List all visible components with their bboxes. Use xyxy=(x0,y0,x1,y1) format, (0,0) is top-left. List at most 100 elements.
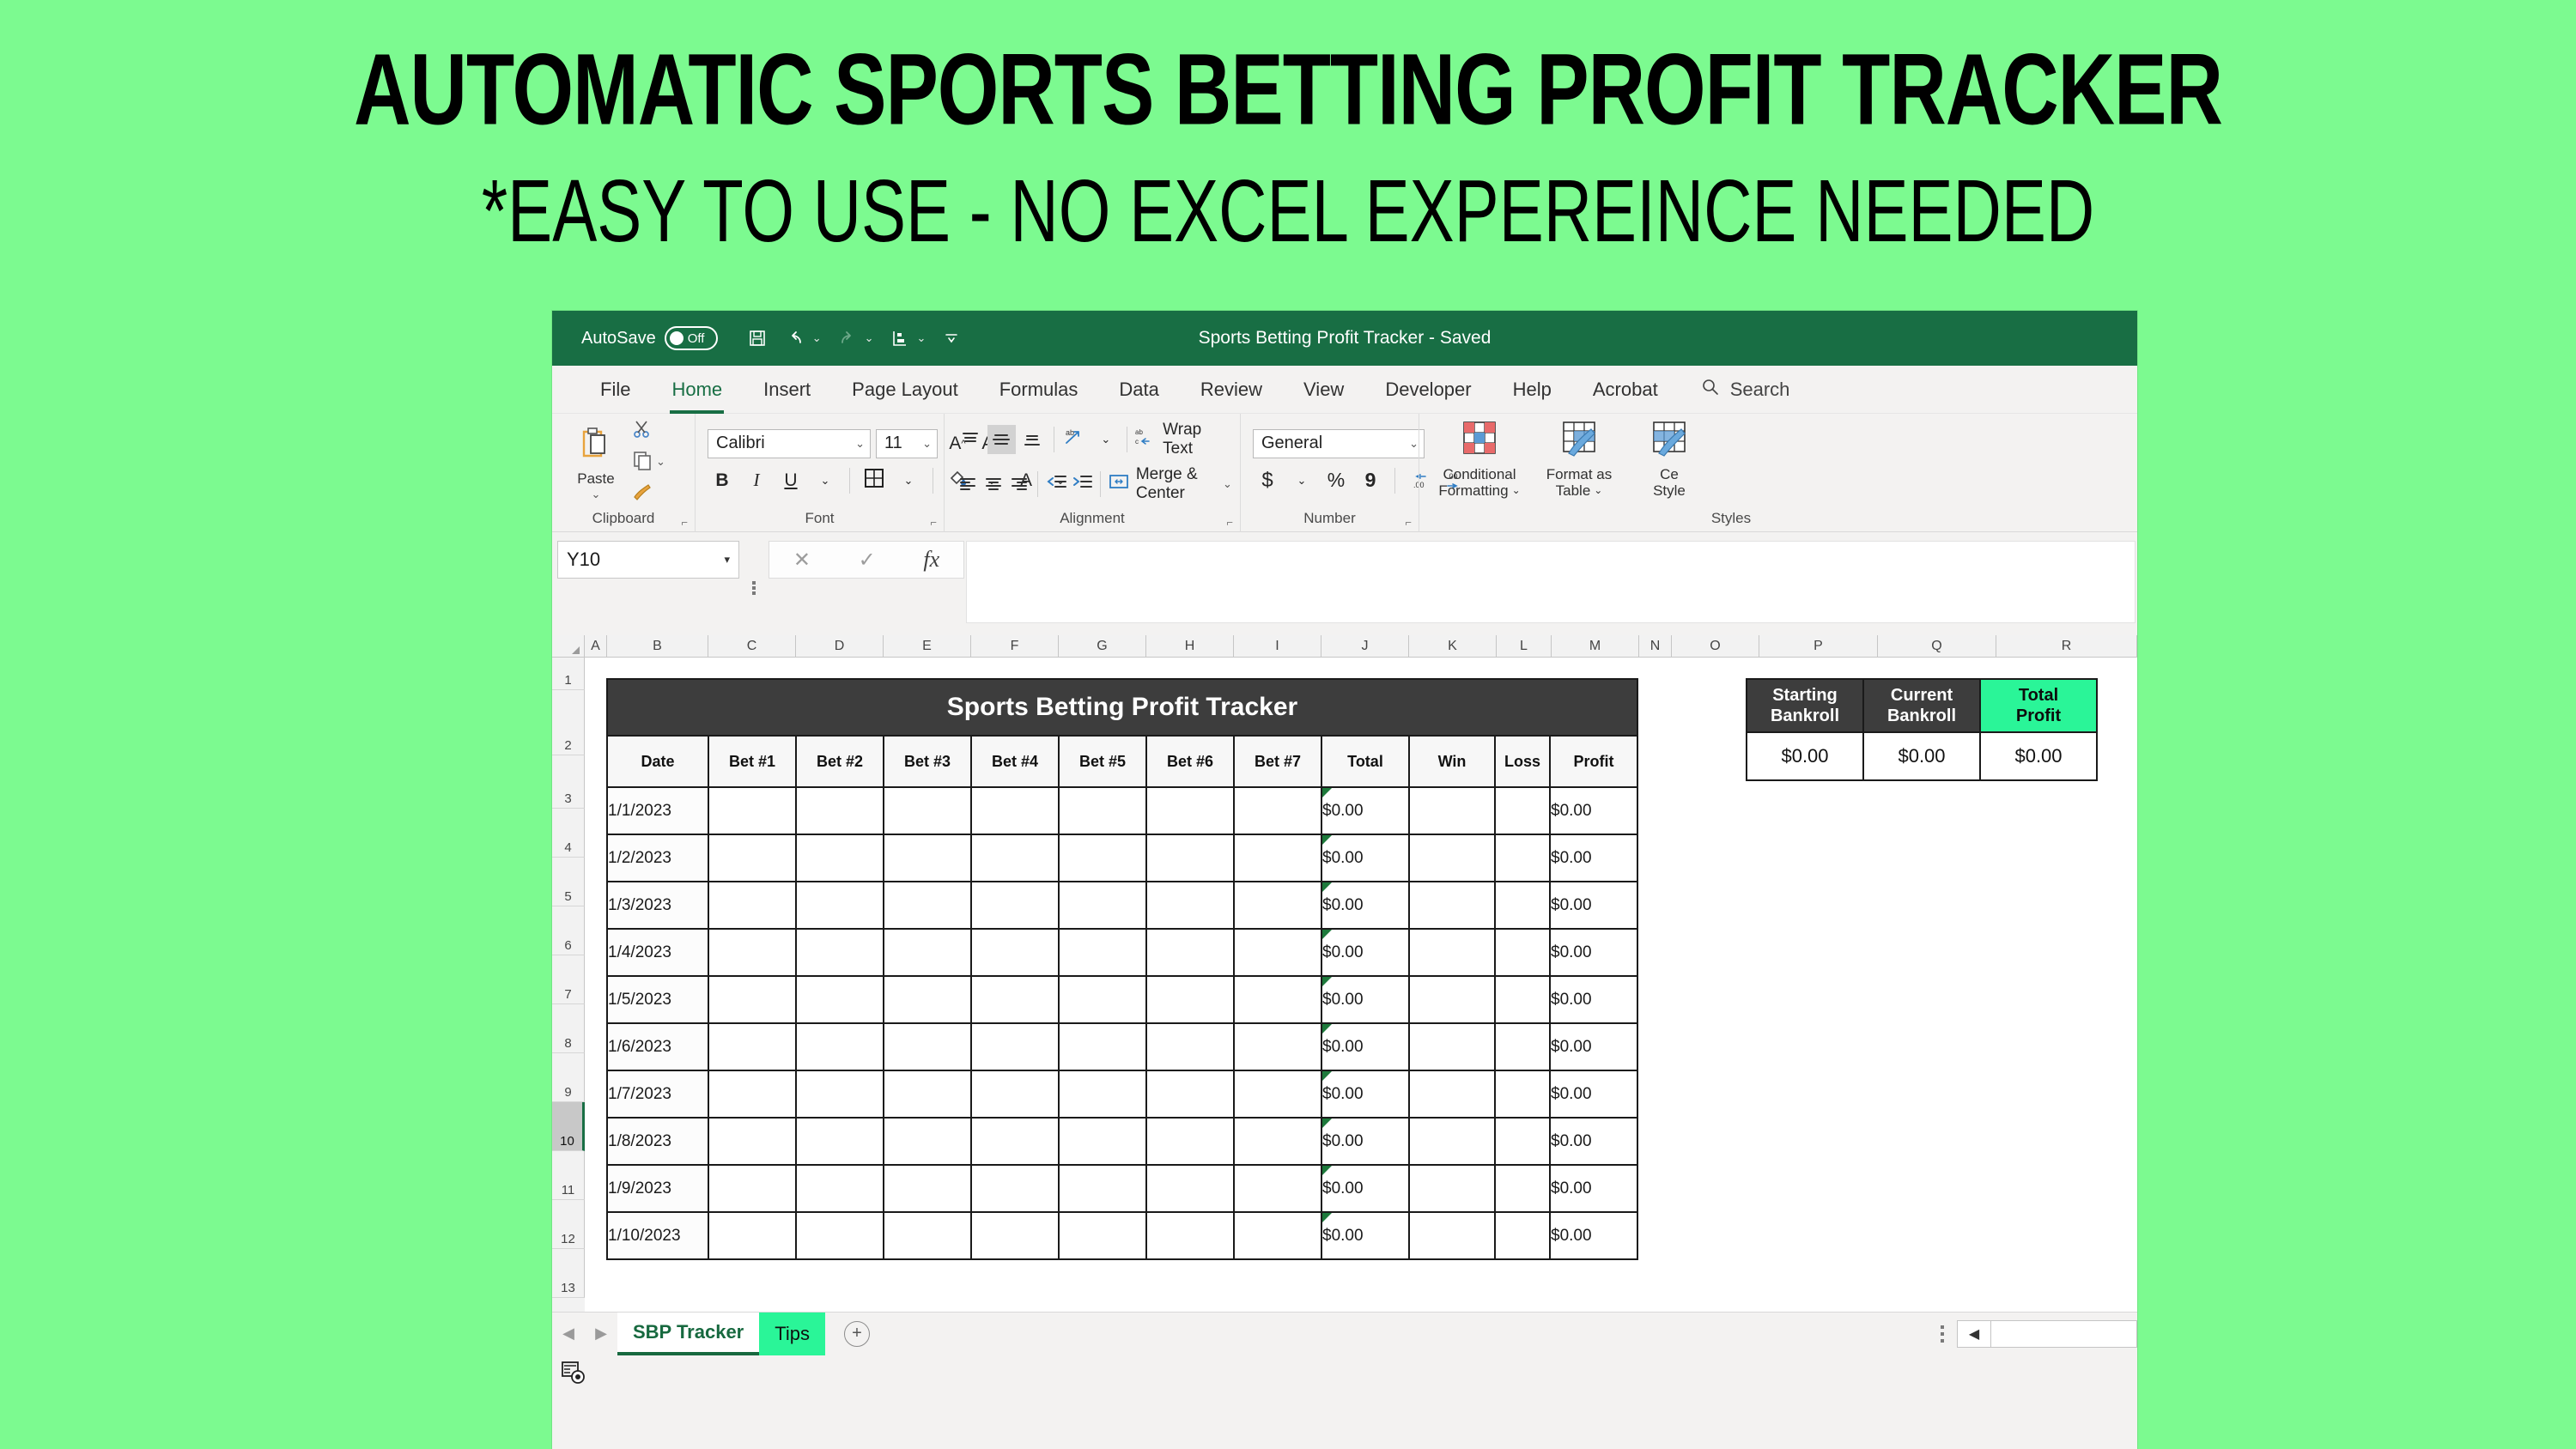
cell-total[interactable]: $0.00 xyxy=(1321,928,1410,977)
borders-button[interactable] xyxy=(860,466,889,495)
cell-loss[interactable] xyxy=(1494,834,1551,882)
autosave-switch[interactable]: Off xyxy=(664,326,718,350)
row-header-1[interactable]: 1 xyxy=(552,658,585,690)
cell-bet-7[interactable] xyxy=(1233,1211,1322,1260)
cell-bet-2[interactable] xyxy=(795,928,884,977)
column-header-N[interactable]: N xyxy=(1639,635,1672,658)
copy-button[interactable]: ⌄ xyxy=(631,447,665,476)
cell-bet-3[interactable] xyxy=(883,1022,972,1071)
cell-total[interactable]: $0.00 xyxy=(1321,786,1410,835)
cell-bet-2[interactable] xyxy=(795,1211,884,1260)
cell-bet-4[interactable] xyxy=(970,1070,1060,1119)
cut-button[interactable] xyxy=(631,416,665,446)
column-header-G[interactable]: G xyxy=(1059,635,1146,658)
column-header-D[interactable]: D xyxy=(796,635,884,658)
paste-chevron-down-icon[interactable]: ⌄ xyxy=(592,488,601,501)
copy-chevron-down-icon[interactable]: ⌄ xyxy=(656,455,665,469)
cell-bet-3[interactable] xyxy=(883,1070,972,1119)
font-size-select[interactable]: 11 ⌄ xyxy=(876,428,938,458)
cell-date[interactable]: 1/1/2023 xyxy=(606,786,709,835)
cell-win[interactable] xyxy=(1408,1164,1496,1213)
cell-bet-1[interactable] xyxy=(708,1022,797,1071)
cell-bet-1[interactable] xyxy=(708,1070,797,1119)
cell-date[interactable]: 1/6/2023 xyxy=(606,1022,709,1071)
cell-loss[interactable] xyxy=(1494,1070,1551,1119)
cell-loss[interactable] xyxy=(1494,786,1551,835)
format-as-table-button[interactable]: Format as Table ⌄ xyxy=(1531,419,1627,500)
cell-bet-6[interactable] xyxy=(1145,1070,1235,1119)
cell-bet-6[interactable] xyxy=(1145,1022,1235,1071)
row-header-13[interactable]: 13 xyxy=(552,1249,585,1298)
tab-developer[interactable]: Developer xyxy=(1364,366,1492,414)
accounting-chevron-down-icon[interactable]: ⌄ xyxy=(1287,466,1316,495)
decrease-indent-button[interactable] xyxy=(1045,470,1068,499)
align-left-button[interactable] xyxy=(957,470,980,499)
underline-chevron-down-icon[interactable]: ⌄ xyxy=(811,466,840,495)
cell-bet-7[interactable] xyxy=(1233,1164,1322,1213)
cell-loss[interactable] xyxy=(1494,928,1551,977)
font-dialog-launcher[interactable]: ⌐ xyxy=(930,516,937,529)
cell-bet-5[interactable] xyxy=(1058,1211,1147,1260)
table-row[interactable]: 1/6/2023 $0.00 $0.00 xyxy=(606,1022,1638,1071)
column-header-F[interactable]: F xyxy=(971,635,1059,658)
column-header-K[interactable]: K xyxy=(1409,635,1497,658)
column-header-A[interactable]: A xyxy=(585,635,607,658)
number-format-select[interactable]: General ⌄ xyxy=(1253,428,1425,458)
column-header-O[interactable]: O xyxy=(1672,635,1759,658)
customize-icon[interactable] xyxy=(883,321,917,355)
cell-bet-6[interactable] xyxy=(1145,975,1235,1024)
cell-profit[interactable]: $0.00 xyxy=(1549,1070,1638,1119)
cell-bet-3[interactable] xyxy=(883,1211,972,1260)
wrap-text-button[interactable]: ab c Wrap Text xyxy=(1134,421,1232,458)
row-header-3[interactable]: 3 xyxy=(552,755,585,809)
row-header-6[interactable]: 6 xyxy=(552,906,585,955)
cell-bet-4[interactable] xyxy=(970,881,1060,930)
cell-win[interactable] xyxy=(1408,1211,1496,1260)
tab-acrobat[interactable]: Acrobat xyxy=(1572,366,1679,414)
column-header-I[interactable]: I xyxy=(1234,635,1321,658)
cell-date[interactable]: 1/9/2023 xyxy=(606,1164,709,1213)
formula-bar-grip[interactable] xyxy=(739,541,769,635)
table-row[interactable]: 1/7/2023 $0.00 $0.00 xyxy=(606,1070,1638,1119)
cell-bet-5[interactable] xyxy=(1058,975,1147,1024)
cell-total[interactable]: $0.00 xyxy=(1321,1117,1410,1166)
horizontal-scrollbar[interactable]: ◀ xyxy=(1928,1319,2137,1348)
cell-total[interactable]: $0.00 xyxy=(1321,881,1410,930)
cell-bet-2[interactable] xyxy=(795,1117,884,1166)
cell-profit[interactable]: $0.00 xyxy=(1549,1211,1638,1260)
cell-date[interactable]: 1/10/2023 xyxy=(606,1211,709,1260)
record-macro-icon[interactable] xyxy=(561,1360,586,1390)
underline-button[interactable]: U xyxy=(776,466,805,495)
align-top-button[interactable] xyxy=(957,425,985,454)
cell-bet-5[interactable] xyxy=(1058,881,1147,930)
cell-bet-3[interactable] xyxy=(883,1117,972,1166)
cell-bet-2[interactable] xyxy=(795,834,884,882)
prev-sheet-icon[interactable]: ◀ xyxy=(552,1325,585,1343)
cell-date[interactable]: 1/3/2023 xyxy=(606,881,709,930)
cell-total[interactable]: $0.00 xyxy=(1321,975,1410,1024)
cell-win[interactable] xyxy=(1408,786,1496,835)
comma-format-button[interactable]: 9 xyxy=(1356,466,1385,495)
cancel-icon[interactable]: ✕ xyxy=(793,548,811,573)
summary-value-starting-bankroll[interactable]: $0.00 xyxy=(1746,731,1864,781)
cell-bet-5[interactable] xyxy=(1058,1117,1147,1166)
cell-bet-5[interactable] xyxy=(1058,1022,1147,1071)
row-header-8[interactable]: 8 xyxy=(552,1004,585,1053)
cell-profit[interactable]: $0.00 xyxy=(1549,928,1638,977)
cell-bet-3[interactable] xyxy=(883,881,972,930)
cell-bet-6[interactable] xyxy=(1145,1164,1235,1213)
name-box-chevron-down-icon[interactable]: ▾ xyxy=(724,553,730,567)
cell-win[interactable] xyxy=(1408,975,1496,1024)
orientation-chevron-down-icon[interactable]: ⌄ xyxy=(1091,425,1120,454)
merge-center-button[interactable]: Merge & Center ⌄ xyxy=(1108,465,1232,503)
scroll-left-icon[interactable]: ◀ xyxy=(1957,1319,1991,1348)
undo-chevron-down-icon[interactable]: ⌄ xyxy=(812,331,822,345)
select-all-corner[interactable] xyxy=(552,635,585,658)
cell-loss[interactable] xyxy=(1494,1211,1551,1260)
table-row[interactable]: 1/1/2023 $0.00 $0.00 xyxy=(606,786,1638,835)
cell-bet-4[interactable] xyxy=(970,786,1060,835)
sheet-tab-tips[interactable]: Tips xyxy=(759,1312,825,1355)
increase-indent-button[interactable] xyxy=(1070,470,1093,499)
align-right-button[interactable] xyxy=(1007,470,1030,499)
number-dialog-launcher[interactable]: ⌐ xyxy=(1405,516,1412,529)
